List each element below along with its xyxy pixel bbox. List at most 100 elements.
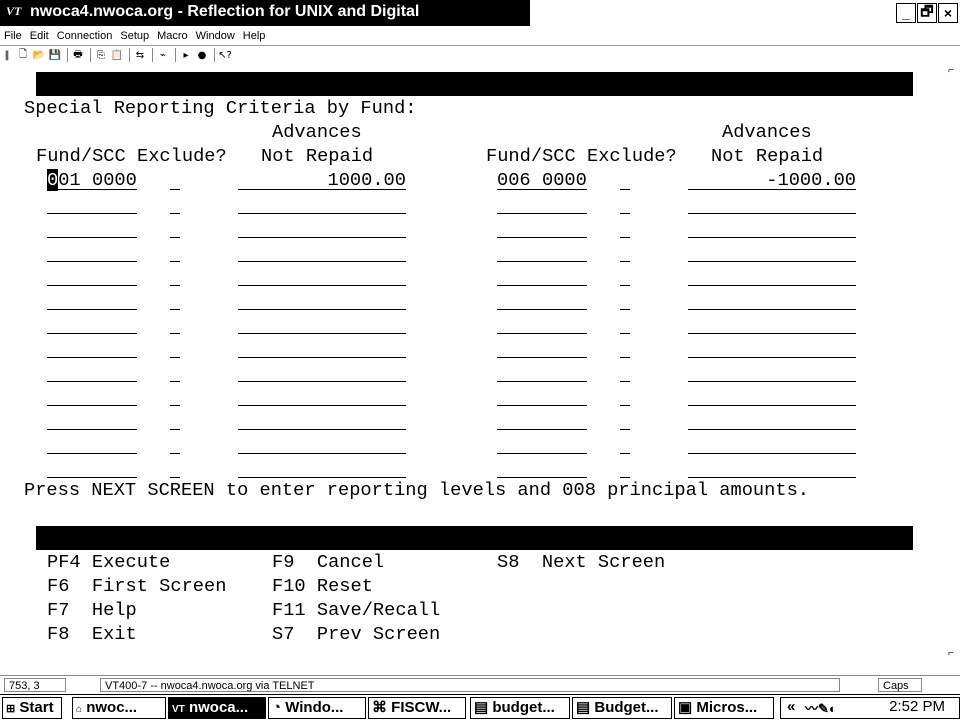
- start-button[interactable]: ⊞ Start: [2, 697, 62, 719]
- terminal-screen[interactable]: AMDCERT - Amended Certificate of Estimat…: [0, 64, 960, 664]
- right-scc-underline: [542, 261, 587, 262]
- new-icon[interactable]: 🗋: [16, 47, 30, 64]
- menu-connection[interactable]: Connection: [53, 27, 117, 45]
- left-scc-underline: [92, 285, 137, 286]
- menu-window[interactable]: Window: [192, 27, 239, 45]
- key-s8[interactable]: S8 Next Screen: [497, 550, 665, 574]
- tray-expand-icon[interactable]: «: [787, 698, 795, 715]
- left-fund-underline: [47, 381, 92, 382]
- minimize-button[interactable]: _: [896, 3, 916, 23]
- left-exclude-underline: [170, 261, 180, 262]
- tray-icons[interactable]: 〰✎◐: [805, 698, 837, 717]
- toolbar-separator: [175, 48, 176, 62]
- print-icon[interactable]: 🖶: [71, 47, 85, 64]
- left-scc-underline: [92, 261, 137, 262]
- left-amount-underline: [238, 333, 406, 334]
- menu-setup[interactable]: Setup: [116, 27, 153, 45]
- taskbar-item[interactable]: ⌂ nwoc...: [72, 697, 166, 719]
- left-scc-underline: [92, 333, 137, 334]
- reflection-app-icon[interactable]: VT: [6, 4, 21, 19]
- menu-edit[interactable]: Edit: [26, 27, 53, 45]
- left-fund-underline: [47, 357, 92, 358]
- save-icon[interactable]: 💾: [48, 50, 62, 61]
- menu-macro[interactable]: Macro: [153, 27, 192, 45]
- right-exclude-underline: [620, 405, 630, 406]
- taskbar-item-label: Budget...: [594, 699, 659, 716]
- window-title-bar[interactable]: VT nwoca4.nwoca.org - Reflection for UNI…: [0, 0, 530, 26]
- right-fund-underline: [497, 429, 542, 430]
- taskbar-item[interactable]: ◔ Windo...: [268, 697, 366, 719]
- right-exclude-underline: [620, 357, 630, 358]
- scroll-down-marker[interactable]: ⌐: [948, 649, 958, 660]
- left-exclude-underline: [170, 309, 180, 310]
- left-amount-underline: [238, 453, 406, 454]
- connect-icon[interactable]: ⇆: [133, 50, 147, 61]
- scroll-up-marker[interactable]: ⌐: [948, 66, 958, 77]
- key-f6[interactable]: F6 First Screen: [47, 574, 226, 598]
- toolbar-separator: [152, 48, 153, 62]
- left-amount-underline: [238, 405, 406, 406]
- open-icon[interactable]: 📂: [32, 50, 46, 61]
- left-exclude-underline: [170, 381, 180, 382]
- taskbar-item-label: Micros...: [696, 699, 758, 716]
- right-fund-underline: [497, 453, 542, 454]
- left-fund-field[interactable]: 001: [47, 168, 81, 192]
- screen-header-bar: AMDCERT - Amended Certificate of Estimat…: [36, 72, 913, 119]
- left-scc-underline: [92, 405, 137, 406]
- menu-help[interactable]: Help: [239, 27, 270, 45]
- left-fund-underline: [47, 405, 92, 406]
- taskbar-item[interactable]: ▣ Micros...: [674, 697, 774, 719]
- left-exclude-underline: [170, 429, 180, 430]
- right-fund-underline: [497, 237, 542, 238]
- left-amount-field[interactable]: 1000.00: [327, 168, 406, 192]
- taskbar-item-active[interactable]: VT nwoca...: [168, 697, 266, 719]
- connection-status: VT400-7 -- nwoca4.nwoca.org via TELNET: [100, 678, 840, 692]
- menu-file[interactable]: File: [0, 27, 26, 45]
- right-scc-underline: [542, 333, 587, 334]
- left-fund-scc-header: Fund/SCC: [36, 145, 126, 167]
- left-not-repaid-header: Not Repaid: [261, 145, 374, 167]
- toolbar-separator: [129, 48, 130, 62]
- key-pf4[interactable]: PF4 Execute: [47, 550, 170, 574]
- taskbar-item-label: FISCW...: [391, 699, 452, 716]
- key-f11[interactable]: F11 Save/Recall: [272, 598, 440, 622]
- toolbar: ‖ 🗋 📂 💾 🖶 ⎘ 📋 ⇆ ⌁ ▸ ● ↖?: [0, 45, 960, 65]
- key-f8[interactable]: F8 Exit: [47, 622, 137, 646]
- right-amount-underline: [688, 405, 856, 406]
- key-f9[interactable]: F9 Cancel: [272, 550, 384, 574]
- right-scc-field[interactable]: 0000: [542, 168, 587, 192]
- taskbar-item[interactable]: ⌘ FISCW...: [368, 697, 466, 719]
- restore-button[interactable]: 🗗: [917, 3, 937, 23]
- right-amount-underline: [688, 453, 856, 454]
- key-f10[interactable]: F10 Reset: [272, 574, 373, 598]
- left-scc-underline: [92, 309, 137, 310]
- menu-bar: File Edit Connection Setup Macro Window …: [0, 27, 269, 45]
- left-fund-underline: [47, 429, 92, 430]
- right-amount-underline: [688, 381, 856, 382]
- help-icon[interactable]: ↖?: [218, 50, 232, 61]
- right-fund-underline: [497, 333, 542, 334]
- paste-icon[interactable]: 📋: [110, 50, 124, 61]
- taskbar-item[interactable]: ▤ Budget...: [572, 697, 672, 719]
- right-scc-underline: [542, 357, 587, 358]
- right-fund-field[interactable]: 006: [497, 168, 531, 192]
- key-s7[interactable]: S7 Prev Screen: [272, 622, 440, 646]
- left-scc-underline: [92, 429, 137, 430]
- play-icon[interactable]: ▸: [179, 50, 193, 61]
- disconnect-icon[interactable]: ⌁: [156, 50, 170, 61]
- right-fund-underline: [497, 357, 542, 358]
- left-exclude-header: Exclude?: [137, 145, 227, 167]
- taskbar-item-label: nwoca...: [188, 699, 249, 716]
- close-button[interactable]: ×: [938, 3, 958, 23]
- right-amount-underline: [688, 429, 856, 430]
- text-cursor: 0: [47, 169, 59, 191]
- status-bar: 753, 3 VT400-7 -- nwoca4.nwoca.org via T…: [0, 675, 960, 694]
- right-scc-underline: [542, 213, 587, 214]
- record-icon[interactable]: ●: [195, 50, 209, 61]
- right-amount-field[interactable]: -1000.00: [766, 168, 856, 192]
- copy-icon[interactable]: ⎘: [94, 50, 108, 61]
- left-scc-field[interactable]: 0000: [92, 168, 137, 192]
- key-f7[interactable]: F7 Help: [47, 598, 137, 622]
- left-exclude-underline: [170, 189, 180, 190]
- taskbar-item[interactable]: ▤ budget...: [470, 697, 570, 719]
